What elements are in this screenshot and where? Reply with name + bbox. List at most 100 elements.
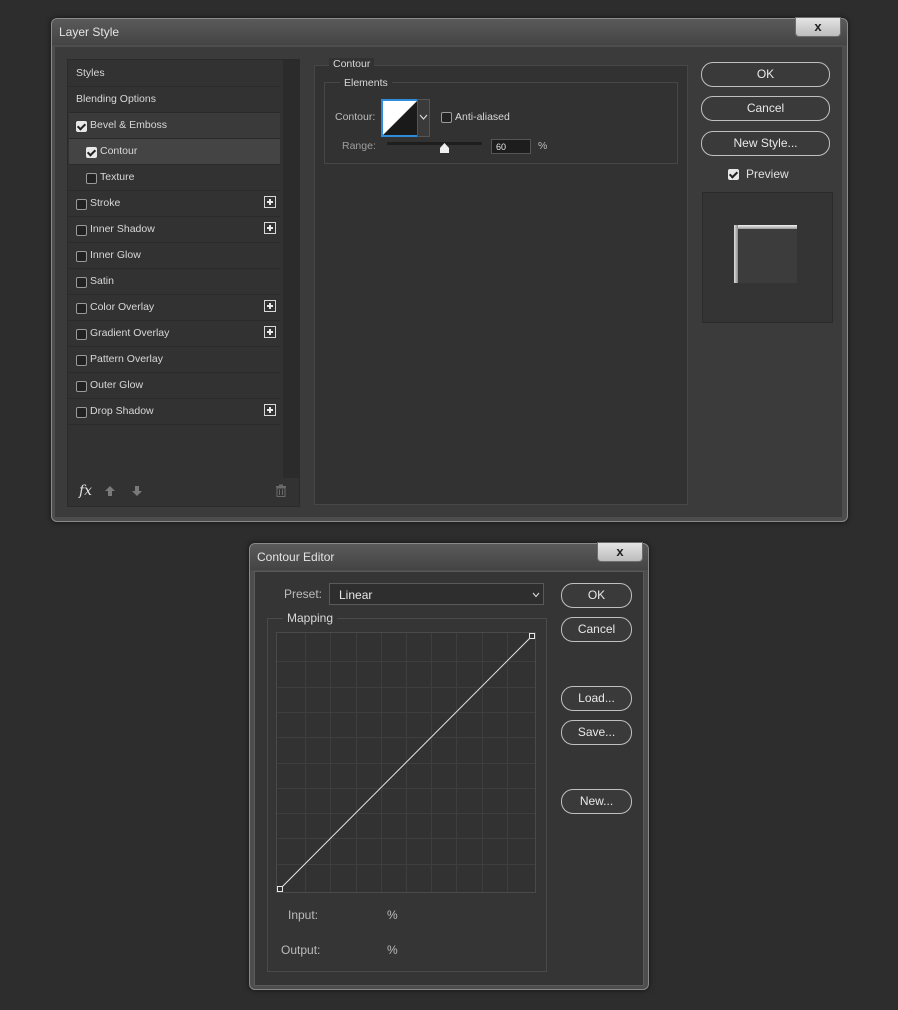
- range-slider-thumb[interactable]: [439, 143, 450, 154]
- load-label: Load...: [578, 691, 615, 705]
- add-icon[interactable]: [264, 222, 276, 234]
- input-unit: %: [387, 908, 398, 922]
- style-label: Styles: [76, 67, 105, 79]
- style-checkbox[interactable]: [76, 199, 87, 210]
- contour-label: Contour:: [335, 111, 376, 123]
- ok-button[interactable]: OK: [701, 62, 830, 87]
- save-label: Save...: [577, 725, 616, 739]
- style-row[interactable]: Inner Shadow: [69, 217, 280, 243]
- style-checkbox[interactable]: [76, 355, 87, 366]
- style-checkbox[interactable]: [76, 407, 87, 418]
- style-checkbox[interactable]: [76, 381, 87, 392]
- contour-editor-title-bar[interactable]: Contour Editor: [250, 544, 648, 570]
- curve-control-point[interactable]: [529, 633, 535, 639]
- style-label: Texture: [100, 171, 135, 183]
- contour-editor-title: Contour Editor: [257, 550, 335, 564]
- style-label: Contour: [100, 145, 138, 157]
- style-row[interactable]: Satin: [69, 269, 280, 295]
- anti-aliased-label: Anti-aliased: [455, 111, 510, 123]
- preset-label: Preset:: [284, 587, 323, 601]
- style-row[interactable]: Blending Options: [69, 87, 280, 113]
- preset-select[interactable]: Linear: [329, 583, 544, 605]
- style-label: Gradient Overlay: [90, 327, 170, 339]
- close-icon: x: [814, 19, 822, 34]
- contour-thumbnail[interactable]: [381, 99, 419, 137]
- new-label: New...: [579, 794, 614, 808]
- cancel-button[interactable]: Cancel: [701, 96, 830, 121]
- style-checkbox[interactable]: [86, 173, 97, 184]
- style-checkbox[interactable]: [76, 121, 87, 132]
- style-row[interactable]: Drop Shadow: [69, 399, 280, 425]
- styles-list: Styles Blending Options Bevel & Emboss Cont…: [69, 61, 280, 476]
- input-label: Input:: [288, 908, 319, 922]
- chevron-down-icon: [532, 592, 540, 598]
- style-checkbox[interactable]: [76, 329, 87, 340]
- new-button[interactable]: New...: [561, 789, 632, 814]
- move-up-icon[interactable]: [104, 485, 116, 497]
- add-icon[interactable]: [264, 300, 276, 312]
- contour-preview-icon: [383, 101, 417, 135]
- save-button[interactable]: Save...: [561, 720, 632, 745]
- style-label: Outer Glow: [90, 379, 144, 391]
- preview-label: Preview: [746, 167, 789, 181]
- style-row[interactable]: Inner Glow: [69, 243, 280, 269]
- styles-footer: fx: [69, 478, 296, 504]
- chevron-down-icon: [419, 114, 428, 120]
- style-checkbox[interactable]: [76, 225, 87, 236]
- contour-ok-button[interactable]: OK: [561, 583, 632, 608]
- title-bar[interactable]: Layer Style: [52, 19, 847, 45]
- style-row[interactable]: Stroke: [69, 191, 280, 217]
- new-style-button-label: New Style...: [733, 136, 798, 150]
- preview-swatch: [702, 192, 833, 323]
- output-unit: %: [387, 943, 398, 957]
- anti-aliased-checkbox[interactable]: [441, 112, 452, 123]
- style-checkbox[interactable]: [76, 251, 87, 262]
- style-label: Pattern Overlay: [90, 353, 163, 365]
- range-slider-track[interactable]: [387, 142, 482, 145]
- trash-icon[interactable]: [275, 484, 287, 497]
- add-icon[interactable]: [264, 404, 276, 416]
- style-checkbox[interactable]: [86, 147, 97, 158]
- style-checkbox[interactable]: [76, 303, 87, 314]
- style-row[interactable]: Outer Glow: [69, 373, 280, 399]
- elements-group-title: Elements: [340, 77, 392, 89]
- close-icon: x: [616, 544, 624, 559]
- preview-shape: [735, 225, 797, 283]
- preset-value: Linear: [339, 588, 373, 602]
- style-row[interactable]: Gradient Overlay: [69, 321, 280, 347]
- style-checkbox[interactable]: [76, 277, 87, 288]
- add-icon[interactable]: [264, 196, 276, 208]
- dialog-title: Layer Style: [59, 25, 120, 39]
- mapping-group-title: Mapping: [283, 611, 338, 625]
- close-button[interactable]: x: [795, 17, 841, 37]
- style-row[interactable]: Bevel & Emboss: [69, 113, 280, 139]
- style-label: Bevel & Emboss: [90, 119, 168, 131]
- range-input[interactable]: [491, 139, 531, 154]
- range-label: Range:: [342, 140, 376, 152]
- preview-checkbox[interactable]: [728, 169, 739, 180]
- style-row[interactable]: Texture: [69, 165, 280, 191]
- cancel-button-label: Cancel: [746, 101, 785, 115]
- mapping-curve-graph[interactable]: [276, 632, 536, 893]
- style-row[interactable]: Styles: [69, 61, 280, 87]
- contour-cancel-button[interactable]: Cancel: [561, 617, 632, 642]
- preview-bevel-top: [734, 225, 797, 229]
- new-style-button[interactable]: New Style...: [701, 131, 830, 156]
- fx-button[interactable]: fx: [79, 483, 92, 499]
- style-label: Color Overlay: [90, 301, 155, 313]
- style-row[interactable]: Pattern Overlay: [69, 347, 280, 373]
- style-row[interactable]: Contour: [69, 139, 280, 165]
- add-icon[interactable]: [264, 326, 276, 338]
- move-down-icon[interactable]: [131, 485, 143, 497]
- contour-cancel-label: Cancel: [577, 622, 616, 636]
- style-row[interactable]: Color Overlay: [69, 295, 280, 321]
- contour-dropdown-button[interactable]: [417, 99, 430, 137]
- style-label: Inner Glow: [90, 249, 141, 261]
- contour-editor-close-button[interactable]: x: [597, 542, 643, 562]
- styles-scrollbar[interactable]: [283, 60, 299, 478]
- contour-ok-label: OK: [587, 588, 606, 602]
- range-unit: %: [538, 140, 548, 152]
- ok-button-label: OK: [756, 67, 775, 81]
- curve-control-point[interactable]: [277, 886, 283, 892]
- load-button[interactable]: Load...: [561, 686, 632, 711]
